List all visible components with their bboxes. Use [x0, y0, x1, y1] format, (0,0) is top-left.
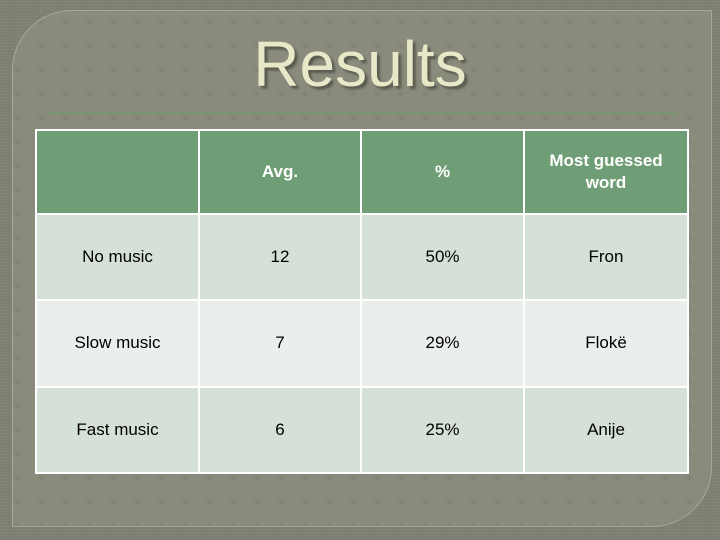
table-row: Slow music 7 29% Flokë [35, 299, 689, 388]
cell-word: Flokë [523, 299, 689, 388]
slide-title: Results [253, 28, 467, 100]
results-table: Avg. % Most guessed word No music 12 50%… [35, 129, 689, 475]
cell-percent: 29% [360, 299, 525, 388]
header-cell-empty [35, 129, 200, 215]
header-cell-percent: % [360, 129, 525, 215]
title-underline [48, 112, 678, 115]
cell-word: Fron [523, 212, 689, 302]
cell-condition: Fast music [35, 385, 200, 475]
cell-condition: Slow music [35, 299, 200, 388]
header-cell-most-guessed-word: Most guessed word [523, 129, 689, 215]
cell-word: Anije [523, 385, 689, 475]
table-row: No music 12 50% Fron [35, 212, 689, 302]
cell-avg: 12 [198, 212, 362, 302]
results-table-container: Avg. % Most guessed word No music 12 50%… [35, 129, 689, 475]
cell-avg: 7 [198, 299, 362, 388]
cell-percent: 25% [360, 385, 525, 475]
table-row: Fast music 6 25% Anije [35, 385, 689, 475]
header-cell-avg: Avg. [198, 129, 362, 215]
cell-avg: 6 [198, 385, 362, 475]
table-header-row: Avg. % Most guessed word [35, 129, 689, 215]
cell-percent: 50% [360, 212, 525, 302]
cell-condition: No music [35, 212, 200, 302]
